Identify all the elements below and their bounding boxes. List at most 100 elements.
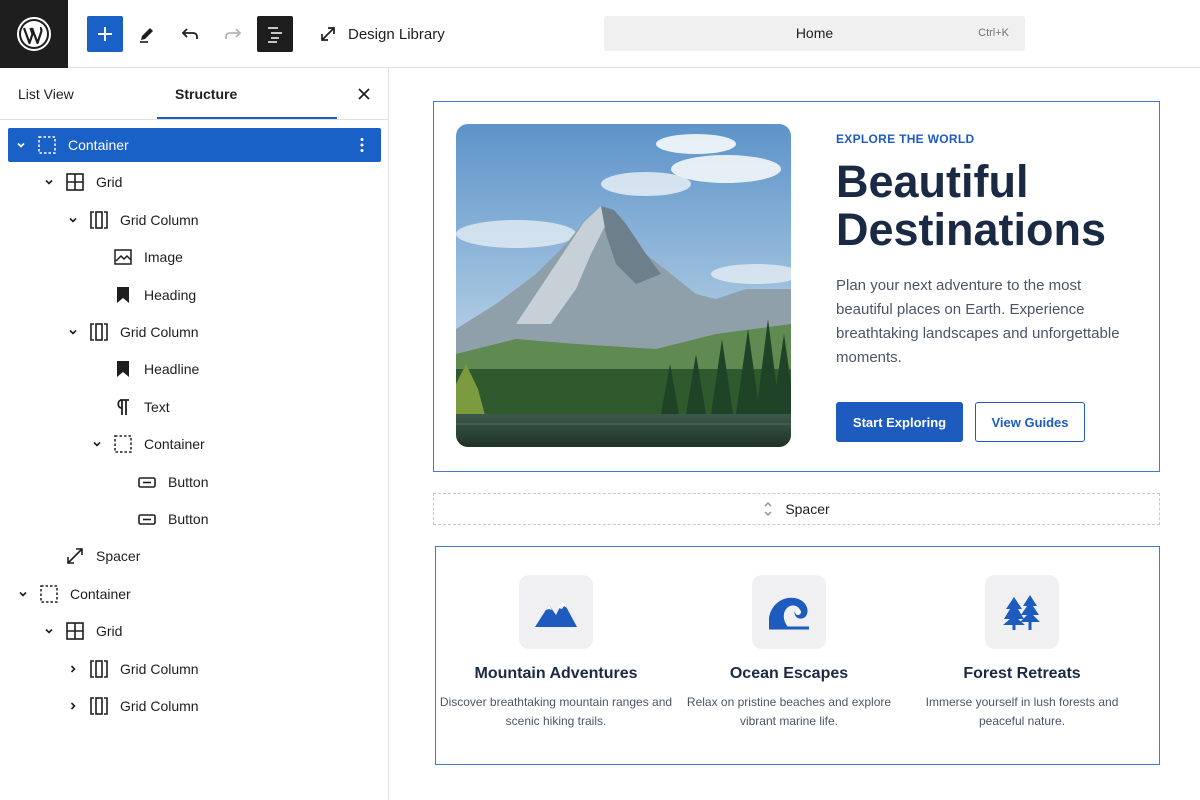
tree-item-grid-column[interactable]: Grid Column [64, 652, 199, 686]
tree-item-container[interactable]: Container [14, 577, 131, 611]
tree-item-label: Grid Column [120, 211, 199, 228]
tree-item-label: Headline [144, 361, 200, 378]
command-palette-bar[interactable]: Home Ctrl+K [604, 16, 1025, 51]
chevron-down-icon[interactable] [14, 585, 32, 603]
tree-item-label: Grid Column [120, 324, 199, 340]
tree-item-grid-column[interactable]: Grid Column [64, 315, 199, 349]
grid-column-icon [88, 321, 110, 343]
tree-item-grid-column[interactable]: Grid Column [64, 689, 199, 723]
feature-card: Forest Retreats Immerse yourself in lush… [904, 575, 1140, 731]
document-overview-button[interactable] [257, 16, 293, 52]
more-options-icon[interactable] [353, 136, 371, 154]
tree-item-label: Grid [96, 174, 123, 191]
design-library-button[interactable]: Design Library [318, 22, 445, 46]
active-tab-indicator [157, 117, 337, 119]
editor-toolbar: Design Library Home Ctrl+K [0, 0, 1200, 68]
tree-item-grid[interactable]: Grid [40, 165, 122, 199]
container-icon [38, 583, 60, 605]
hero-description[interactable]: Plan your next adventure to the most bea… [836, 274, 1136, 370]
feature-description: Relax on pristine beaches and explore vi… [686, 695, 892, 728]
close-sidebar-button[interactable] [350, 82, 378, 106]
chevron-down-icon[interactable] [40, 622, 58, 640]
feature-icon-tile [519, 575, 593, 649]
tools-button[interactable] [129, 16, 165, 52]
chevron-down-icon[interactable] [12, 136, 30, 154]
tree-item-heading[interactable]: Heading [88, 278, 196, 312]
tree-item-headline[interactable]: Headline [88, 352, 199, 386]
chevron-down-icon[interactable] [88, 435, 106, 453]
paragraph-icon [112, 396, 134, 418]
feature-title: Ocean Escapes [729, 665, 849, 682]
hero-container-block[interactable]: EXPLORE THE WORLD Beautiful Destinations… [433, 101, 1160, 472]
chevron-down-icon[interactable] [64, 211, 82, 229]
button-icon [136, 471, 158, 493]
chevron-placeholder [112, 510, 130, 528]
design-library-label: Design Library [348, 25, 445, 43]
tree-item-label: Container [70, 585, 131, 602]
feature-description: Discover breathtaking mountain ranges an… [439, 695, 673, 728]
resize-vertical-icon [764, 502, 772, 516]
undo-button[interactable] [172, 16, 208, 52]
tree-item-label: Container [144, 436, 205, 453]
hero-image[interactable] [456, 124, 791, 447]
redo-icon [225, 28, 242, 39]
bookmark-icon [112, 358, 134, 380]
feature-icon-tile [752, 575, 826, 649]
container-icon [36, 134, 58, 156]
hero-text-column: EXPLORE THE WORLD Beautiful Destinations… [836, 132, 1136, 370]
feature-icon-tile [985, 575, 1059, 649]
chevron-down-icon[interactable] [40, 173, 58, 191]
hero-buttons: Start Exploring View Guides [836, 402, 1085, 442]
close-icon [358, 88, 370, 100]
spacer-icon [64, 545, 86, 567]
document-overview-sidebar: List View Structure Container Grid Grid Co… [0, 68, 389, 800]
redo-button[interactable] [215, 16, 251, 52]
tree-item-image[interactable]: Image [88, 240, 183, 274]
chevron-down-icon[interactable] [64, 323, 82, 341]
hero-heading[interactable]: Beautiful Destinations [836, 158, 1136, 254]
tree-item-label: Text [144, 398, 170, 415]
tree-item-button[interactable]: Button [112, 465, 208, 499]
chevron-placeholder [40, 547, 58, 565]
mountain-landscape-image [456, 124, 791, 447]
mountain-icon [535, 601, 577, 627]
wave-icon [769, 597, 809, 630]
pencil-icon [140, 28, 153, 43]
chevron-right-icon[interactable] [64, 697, 82, 715]
container-icon [112, 433, 134, 455]
tree-item-label: Button [168, 473, 209, 490]
spacer-block[interactable]: Spacer [433, 493, 1160, 525]
chevron-placeholder [88, 360, 106, 378]
features-container-block[interactable]: Mountain Adventures Discover breathtakin… [435, 546, 1160, 765]
wordpress-logo-button[interactable] [0, 0, 68, 68]
feature-description: Immerse yourself in lush forests and pea… [925, 695, 1119, 728]
tab-list-view[interactable]: List View [18, 86, 74, 102]
add-block-button[interactable] [87, 16, 123, 52]
tab-structure[interactable]: Structure [175, 86, 237, 102]
trees-icon [1003, 595, 1040, 630]
tree-item-spacer[interactable]: Spacer [40, 539, 140, 573]
tree-item-container[interactable]: Container [88, 427, 205, 461]
grid-icon [64, 171, 86, 193]
plus-icon [98, 27, 112, 41]
bookmark-icon [112, 284, 134, 306]
grid-column-icon [88, 209, 110, 231]
feature-title: Forest Retreats [963, 665, 1081, 682]
start-exploring-button[interactable]: Start Exploring [836, 402, 963, 442]
tree-item-button[interactable]: Button [112, 502, 208, 536]
tree-item-label: Button [168, 511, 209, 527]
feature-card: Ocean Escapes Relax on pristine beaches … [671, 575, 907, 731]
tree-item-grid[interactable]: Grid [40, 614, 122, 648]
chevron-right-icon[interactable] [64, 660, 82, 678]
hero-eyebrow: EXPLORE THE WORLD [836, 132, 975, 146]
expand-arrows-icon [321, 27, 335, 41]
tree-item-label: Grid Column [120, 698, 199, 714]
chevron-placeholder [88, 398, 106, 416]
keyboard-shortcut: Ctrl+K [978, 27, 1009, 39]
grid-column-icon [88, 695, 110, 717]
grid-icon [64, 620, 86, 642]
tree-item-grid-column[interactable]: Grid Column [64, 203, 199, 237]
tree-item-text[interactable]: Text [88, 390, 170, 424]
tree-item-container[interactable]: Container [8, 128, 381, 162]
view-guides-button[interactable]: View Guides [975, 402, 1085, 442]
